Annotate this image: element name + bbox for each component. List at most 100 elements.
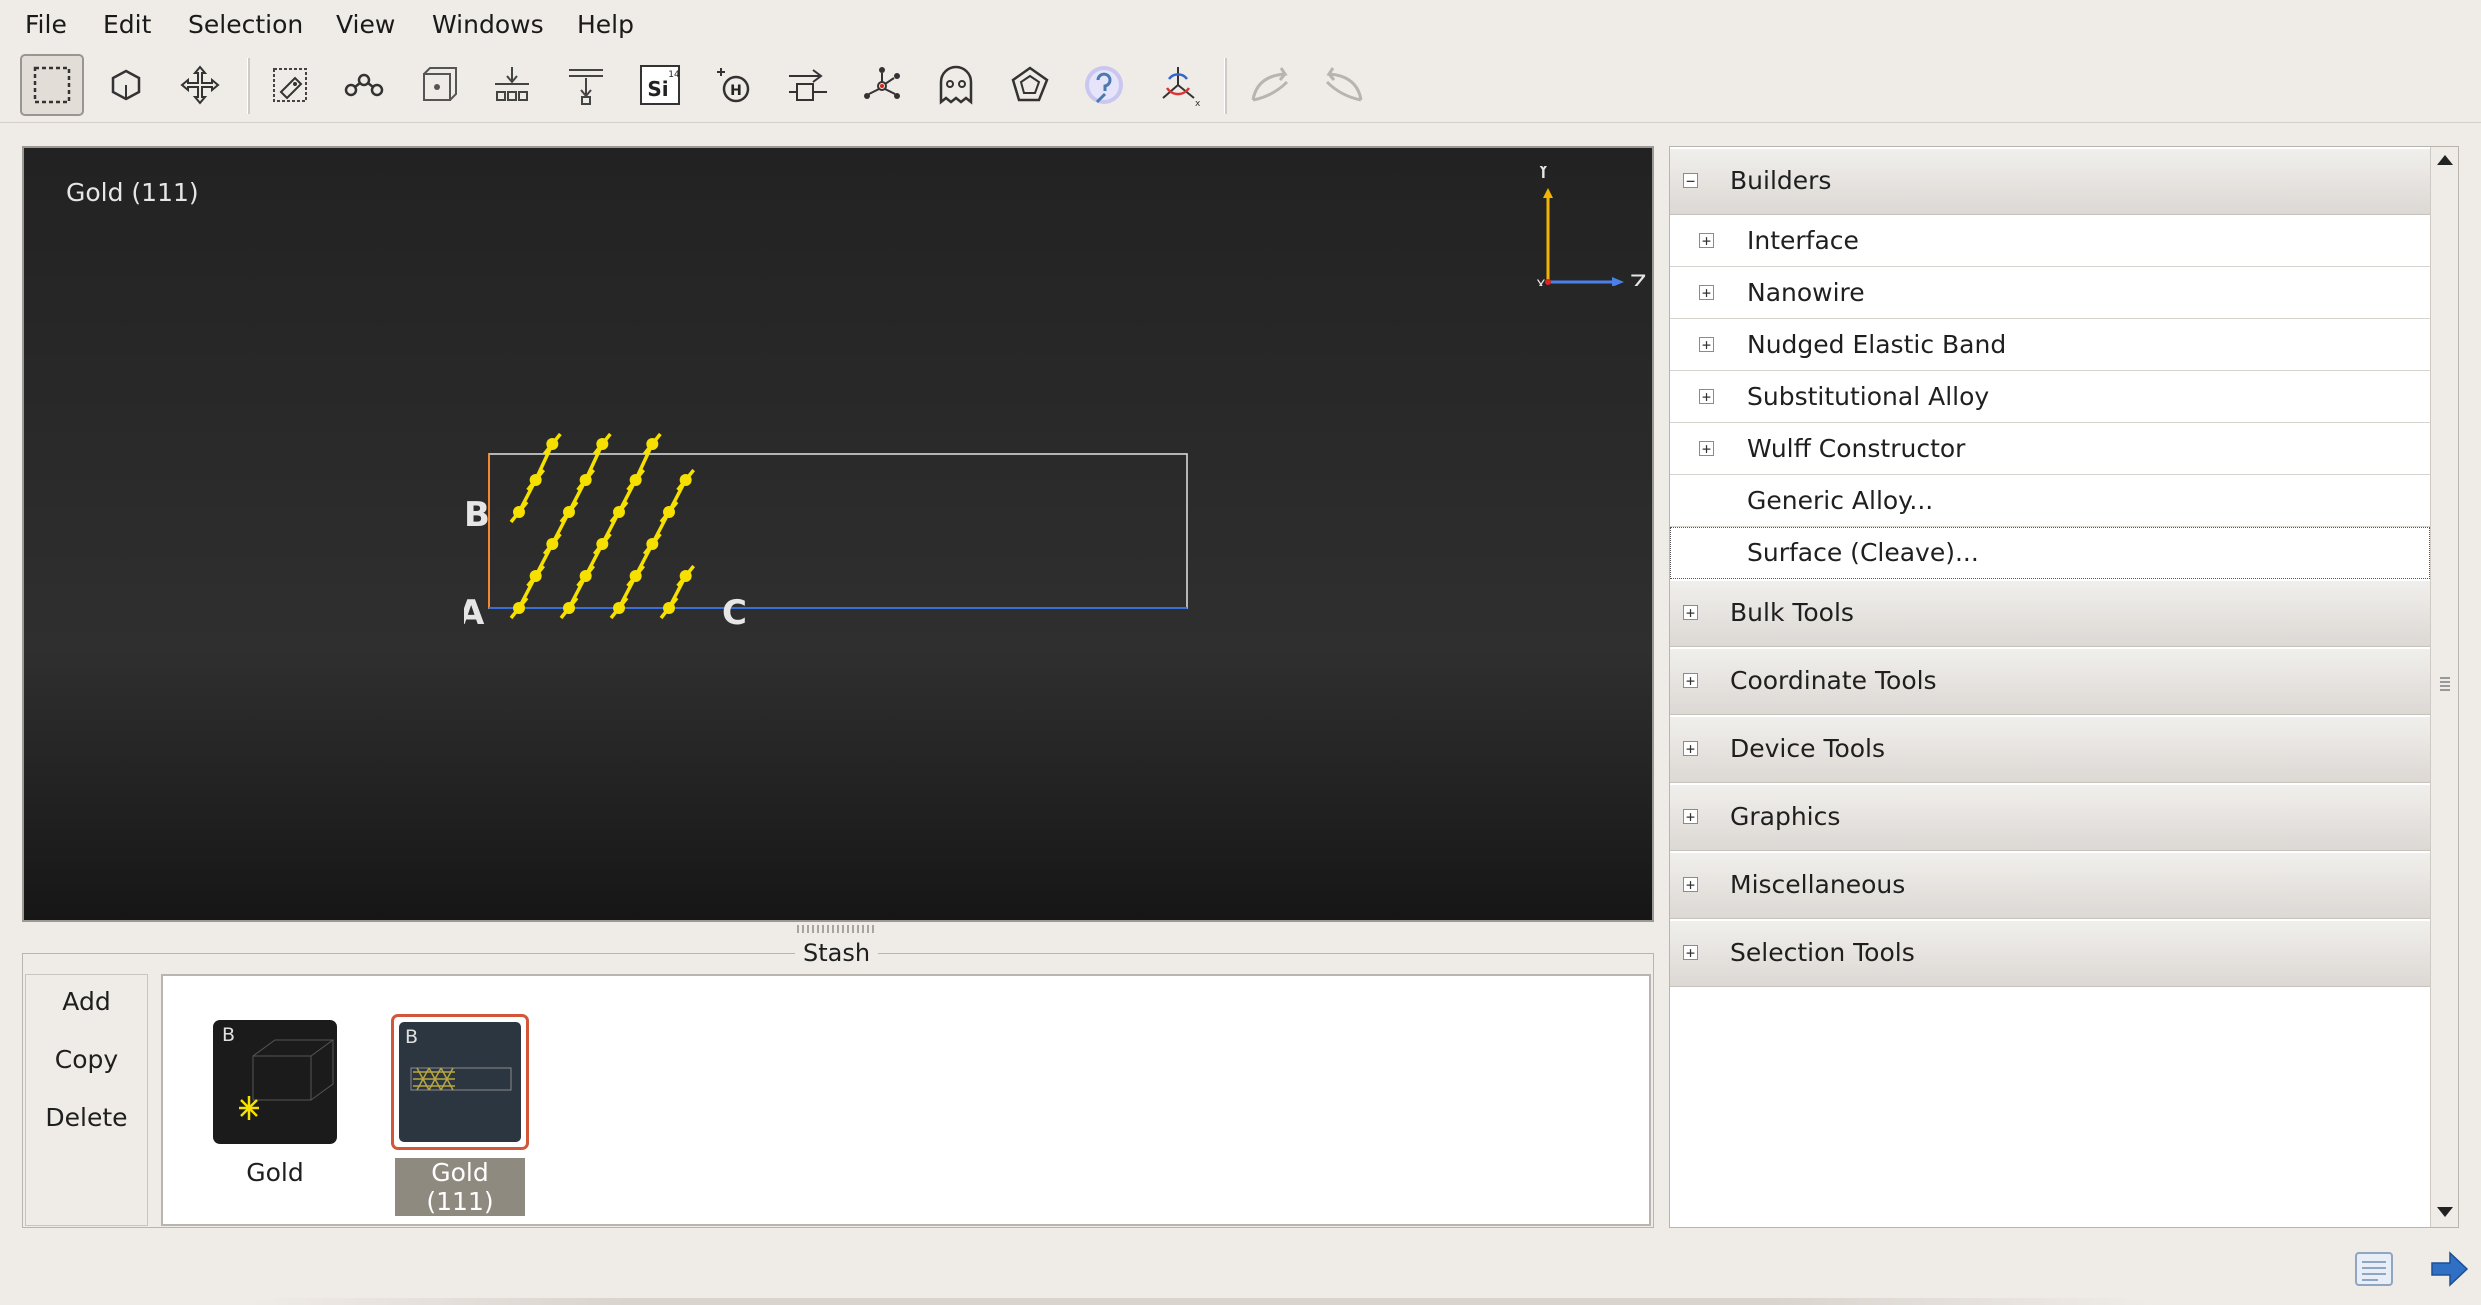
help-icon[interactable] [1072,54,1136,116]
expand-icon[interactable]: + [1683,673,1698,689]
category-label: Coordinate Tools [1730,666,1937,695]
send-to-icon[interactable] [2428,1248,2470,1290]
gold-atom [629,570,642,582]
gold-atom [629,474,642,486]
expand-icon[interactable]: + [1699,233,1714,249]
undo-icon[interactable] [1238,54,1302,116]
category-coordinate-tools[interactable]: + Coordinate Tools [1670,649,2430,715]
stash-item-gold[interactable]: B [213,1020,337,1144]
menu-view[interactable]: View [336,10,395,39]
stash-item-gold-111[interactable]: B [391,1014,529,1150]
expand-icon[interactable]: + [1683,945,1698,961]
builder-surface-cleave[interactable]: Surface (Cleave)... [1670,527,2430,579]
builder-label: Nudged Elastic Band [1747,330,2007,359]
category-label: Graphics [1730,802,1841,831]
copy-button[interactable]: Copy [26,1045,147,1074]
expand-icon[interactable]: + [1683,605,1698,621]
toolbar: Si 14 H x [0,48,2481,123]
gold-atom [596,538,609,550]
select-rectangle-icon[interactable] [20,54,84,116]
delete-button[interactable]: Delete [26,1103,147,1132]
category-device-tools[interactable]: + Device Tools [1670,717,2430,783]
menu-edit[interactable]: Edit [103,10,151,39]
element-number: 14 [668,70,680,80]
panel-scrollbar[interactable] [2430,147,2458,1227]
status-bar [250,1298,2150,1305]
category-label: Builders [1730,166,1832,195]
builder-label: Wulff Constructor [1747,434,1966,463]
builder-label: Surface (Cleave)... [1747,538,1979,567]
menu-selection[interactable]: Selection [188,10,303,39]
gold-atom [529,570,542,582]
stash-item-label-selected: Gold (111) [395,1158,525,1216]
polyhedron-icon[interactable] [94,54,158,116]
menu-windows[interactable]: Windows [432,10,544,39]
expand-icon[interactable]: + [1699,389,1714,405]
molecule-icon[interactable] [850,54,914,116]
structure-viewer[interactable]: Gold (111) Y Z X B A C [22,146,1654,922]
axes-icon[interactable]: x [1146,54,1210,116]
stash-title: Stash [795,939,879,967]
category-graphics[interactable]: + Graphics [1670,785,2430,851]
gold-atom [513,602,525,614]
gold-atom [596,438,609,450]
gold-thumbnail-icon [239,1039,334,1120]
stash-item-area: B Gold B Gold (111) [161,974,1651,1226]
rotate-cell-icon[interactable] [998,54,1062,116]
center-icon[interactable] [480,54,544,116]
category-miscellaneous[interactable]: + Miscellaneous [1670,853,2430,919]
element-symbol: Si [647,77,668,101]
cell-label-c: C [722,593,747,633]
gold-atom [646,438,659,450]
gold-slab-structure: B A C [464,432,1188,633]
expand-icon[interactable]: + [1699,285,1714,301]
expand-icon[interactable]: + [1699,441,1714,457]
category-label: Device Tools [1730,734,1886,763]
element-si-icon[interactable]: Si 14 [628,54,692,116]
log-icon[interactable] [2352,1247,2396,1291]
builder-nanowire[interactable]: + Nanowire [1670,267,2430,319]
gold-atom [679,474,692,486]
category-builders[interactable]: − Builders [1670,149,2430,215]
stash-button-column: Add Copy Delete [25,974,148,1226]
collapse-icon[interactable]: − [1683,173,1698,189]
category-label: Miscellaneous [1730,870,1906,899]
viewer-title: Gold (111) [66,178,199,207]
lattice-icon[interactable] [406,54,470,116]
gold-atom [563,506,575,518]
gold-atom [663,602,675,614]
tools-panel: − Builders + Interface + Nanowire + Nudg… [1669,146,2459,1228]
expand-icon[interactable]: + [1683,741,1698,757]
category-bulk-tools[interactable]: + Bulk Tools [1670,581,2430,647]
stash-splitter-handle[interactable] [797,925,877,933]
builder-wulff-constructor[interactable]: + Wulff Constructor [1670,423,2430,475]
category-selection-tools[interactable]: + Selection Tools [1670,921,2430,987]
builder-interface[interactable]: + Interface [1670,215,2430,267]
bond-icon[interactable] [332,54,396,116]
builder-substitutional-alloy[interactable]: + Substitutional Alloy [1670,371,2430,423]
scroll-grip-icon[interactable] [2440,677,2450,691]
move-icon[interactable] [168,54,232,116]
cell-label-a: A [464,593,485,633]
hydrogen-icon[interactable]: H [702,54,766,116]
builder-label: Generic Alloy... [1747,486,1934,515]
expand-icon[interactable]: + [1683,809,1698,825]
gold-atom [513,506,525,518]
bond-tag-icon[interactable] [258,54,322,116]
expand-icon[interactable]: + [1683,877,1698,893]
scroll-up-icon[interactable] [2437,155,2453,165]
menu-file[interactable]: File [25,10,67,39]
redo-icon[interactable] [1312,54,1376,116]
scroll-down-icon[interactable] [2437,1207,2453,1217]
export-icon[interactable] [776,54,840,116]
menu-help[interactable]: Help [577,10,634,39]
gold-atom [546,438,559,450]
builder-generic-alloy[interactable]: Generic Alloy... [1670,475,2430,527]
add-button[interactable]: Add [26,987,147,1016]
expand-icon[interactable]: + [1699,337,1714,353]
builder-label: Nanowire [1747,278,1865,307]
ghost-icon[interactable] [924,54,988,116]
axis-z-label: Z [1630,270,1646,286]
center-vertical-icon[interactable] [554,54,618,116]
builder-nudged-elastic-band[interactable]: + Nudged Elastic Band [1670,319,2430,371]
